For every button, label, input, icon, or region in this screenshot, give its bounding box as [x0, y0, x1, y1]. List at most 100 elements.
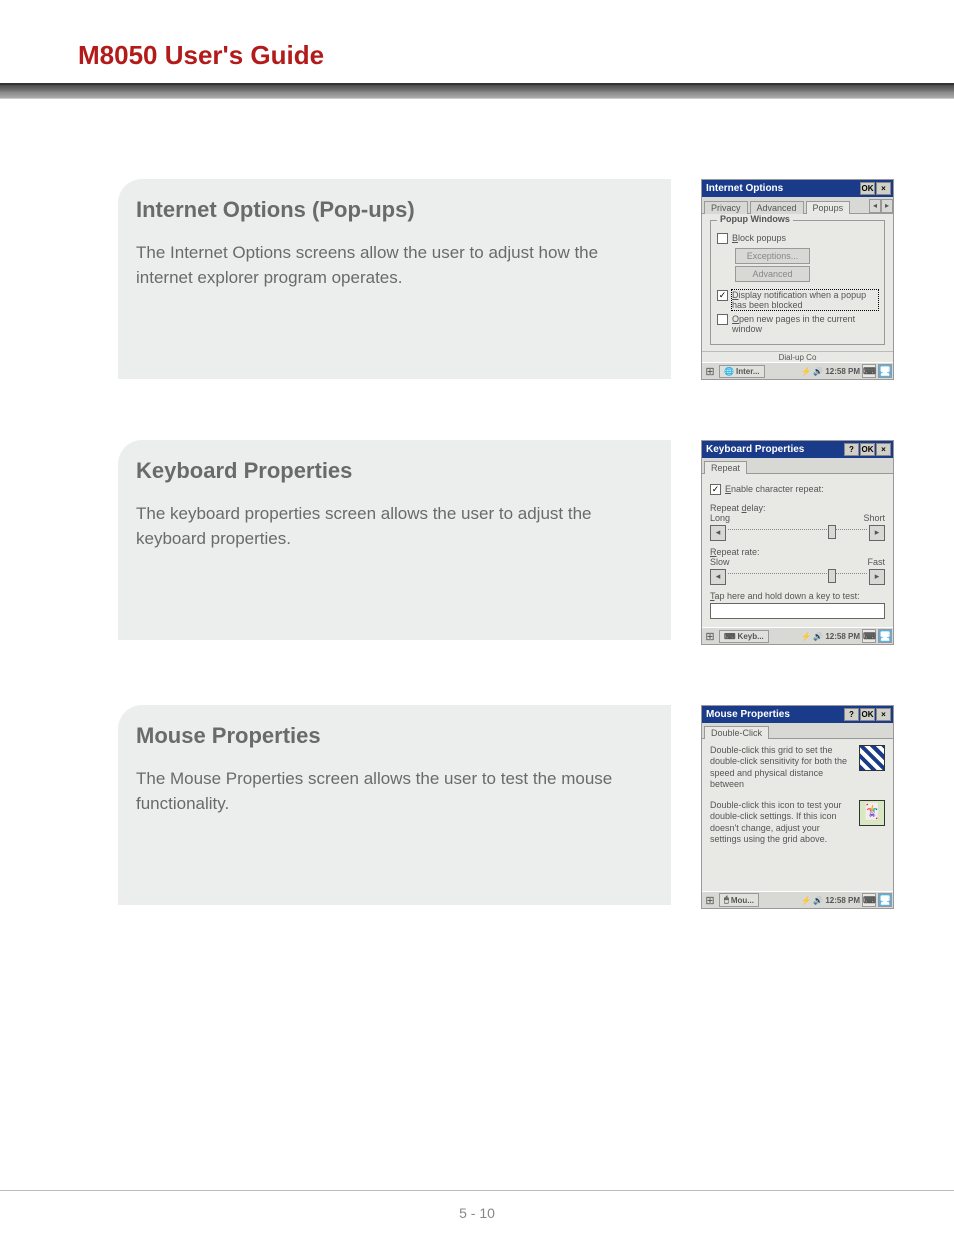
tab-scroll-right[interactable]: ▸	[881, 199, 893, 213]
enable-repeat-checkbox[interactable]	[710, 484, 721, 495]
tab-body: Enable character repeat: Repeat delay: L…	[702, 474, 893, 627]
taskbar-time: 12:58 PM	[825, 896, 860, 905]
repeat-rate-slider[interactable]: ◂ ▸	[710, 569, 885, 585]
start-button[interactable]: ⊞	[703, 893, 717, 907]
tab-popups[interactable]: Popups	[806, 201, 851, 214]
tab-scroll-left[interactable]: ◂	[869, 199, 881, 213]
taskbar-time: 12:58 PM	[825, 632, 860, 641]
help-button[interactable]: ?	[844, 443, 859, 456]
fieldset-legend: Popup Windows	[717, 214, 793, 224]
double-click-test-icon[interactable]: 🃏	[859, 800, 885, 826]
tab-strip: Privacy Advanced Popups ◂ ▸	[702, 197, 893, 214]
block-popups-checkbox[interactable]	[717, 233, 728, 244]
close-button[interactable]: ×	[876, 708, 891, 721]
tap-test-input[interactable]	[710, 603, 885, 619]
taskbar: ⊞ 🌐Inter... ⚡ 🔊 12:58 PM ⌨ 🖥	[702, 362, 893, 379]
section-body: The Mouse Properties screen allows the u…	[136, 767, 647, 816]
page-content: Internet Options (Pop-ups) The Internet …	[0, 99, 954, 989]
section-body: The Internet Options screens allow the u…	[136, 241, 647, 290]
page-number: 5 - 10	[459, 1205, 495, 1221]
screenshot-mouse-properties: Mouse Properties ? OK × Double-Click Dou…	[701, 705, 894, 909]
section-heading: Keyboard Properties	[136, 458, 647, 484]
screenshot-internet-options: Internet Options OK × Privacy Advanced P…	[701, 179, 894, 380]
tab-strip: Repeat	[702, 458, 893, 474]
slow-label: Slow	[710, 557, 730, 567]
test-instruction-text: Double-click this icon to test your doub…	[710, 800, 851, 845]
desktop-icon[interactable]: 🖥	[878, 629, 892, 643]
slider-decrease-button[interactable]: ◂	[710, 525, 726, 541]
ok-button[interactable]: OK	[860, 443, 875, 456]
ok-button[interactable]: OK	[860, 182, 875, 195]
section-body: The keyboard properties screen allows th…	[136, 502, 647, 551]
page-footer: 5 - 10	[0, 1190, 954, 1235]
text-block: Keyboard Properties The keyboard propert…	[118, 440, 671, 640]
keyboard-icon[interactable]: ⌨	[862, 893, 876, 907]
section-internet-options: Internet Options (Pop-ups) The Internet …	[118, 179, 894, 380]
screenshot-keyboard-properties: Keyboard Properties ? OK × Repeat Enable…	[701, 440, 894, 645]
tray-volume-icon[interactable]: 🔊	[813, 367, 823, 376]
tray-connection-icon[interactable]: ⚡	[801, 367, 811, 376]
slider-decrease-button[interactable]: ◂	[710, 569, 726, 585]
text-block: Mouse Properties The Mouse Properties sc…	[118, 705, 671, 905]
tab-privacy[interactable]: Privacy	[704, 201, 748, 214]
page-header: M8050 User's Guide	[0, 0, 954, 83]
slider-increase-button[interactable]: ▸	[869, 569, 885, 585]
tray-volume-icon[interactable]: 🔊	[813, 632, 823, 641]
slider-increase-button[interactable]: ▸	[869, 525, 885, 541]
tab-strip: Double-Click	[702, 723, 893, 739]
section-heading: Internet Options (Pop-ups)	[136, 197, 647, 223]
tab-double-click[interactable]: Double-Click	[704, 726, 769, 739]
repeat-delay-slider[interactable]: ◂ ▸	[710, 525, 885, 541]
advanced-button[interactable]: Advanced	[735, 266, 810, 282]
window-titlebar: Keyboard Properties ? OK ×	[702, 441, 893, 458]
window-title: Internet Options	[706, 183, 783, 194]
section-mouse-properties: Mouse Properties The Mouse Properties sc…	[118, 705, 894, 909]
tray-connection-icon[interactable]: ⚡	[801, 632, 811, 641]
display-notification-checkbox[interactable]	[717, 290, 728, 301]
text-block: Internet Options (Pop-ups) The Internet …	[118, 179, 671, 379]
desktop-icon[interactable]: 🖥	[878, 364, 892, 378]
grid-instruction-text: Double-click this grid to set the double…	[710, 745, 851, 790]
open-new-pages-checkbox[interactable]	[717, 314, 728, 325]
tab-body: Double-click this grid to set the double…	[702, 739, 893, 891]
start-button[interactable]: ⊞	[703, 629, 717, 643]
tray-volume-icon[interactable]: 🔊	[813, 896, 823, 905]
desktop-icon[interactable]: 🖥	[878, 893, 892, 907]
help-button[interactable]: ?	[844, 708, 859, 721]
start-button[interactable]: ⊞	[703, 364, 717, 378]
close-button[interactable]: ×	[876, 443, 891, 456]
keyboard-icon[interactable]: ⌨	[862, 364, 876, 378]
exceptions-button[interactable]: Exceptions...	[735, 248, 810, 264]
repeat-rate-label: Repeat rate:	[710, 547, 885, 557]
enable-repeat-label: Enable character repeat:	[725, 484, 824, 494]
tray-connection-icon[interactable]: ⚡	[801, 896, 811, 905]
dialup-partial-text: Dial-up Co	[702, 351, 893, 362]
keyboard-icon: ⌨	[724, 632, 736, 641]
repeat-delay-label: Repeat delay:	[710, 503, 885, 513]
taskbar: ⊞ ⌨Keyb... ⚡ 🔊 12:58 PM ⌨ 🖥	[702, 627, 893, 644]
open-new-pages-label: Open new pages in the current window	[732, 314, 878, 334]
ok-button[interactable]: OK	[860, 708, 875, 721]
taskbar-app-button[interactable]: 🖱Mou...	[719, 893, 759, 907]
document-title: M8050 User's Guide	[78, 40, 954, 71]
taskbar: ⊞ 🖱Mou... ⚡ 🔊 12:58 PM ⌨ 🖥	[702, 891, 893, 908]
taskbar-time: 12:58 PM	[825, 367, 860, 376]
section-keyboard-properties: Keyboard Properties The keyboard propert…	[118, 440, 894, 645]
header-divider	[0, 83, 954, 99]
keyboard-icon[interactable]: ⌨	[862, 629, 876, 643]
fast-label: Fast	[867, 557, 885, 567]
tap-test-label: Tap here and hold down a key to test:	[710, 591, 885, 601]
double-click-grid-icon[interactable]	[859, 745, 885, 771]
taskbar-app-button[interactable]: 🌐Inter...	[719, 365, 765, 378]
globe-icon: 🌐	[724, 367, 734, 376]
block-popups-label: Block popups	[732, 233, 786, 243]
window-title: Keyboard Properties	[706, 444, 804, 455]
mouse-icon: 🖱	[724, 895, 729, 905]
tab-repeat[interactable]: Repeat	[704, 461, 747, 474]
popup-windows-fieldset: Popup Windows Block popups Exceptions...…	[710, 220, 885, 345]
section-heading: Mouse Properties	[136, 723, 647, 749]
close-button[interactable]: ×	[876, 182, 891, 195]
long-label: Long	[710, 513, 730, 523]
taskbar-app-button[interactable]: ⌨Keyb...	[719, 630, 769, 643]
tab-advanced[interactable]: Advanced	[750, 201, 804, 214]
